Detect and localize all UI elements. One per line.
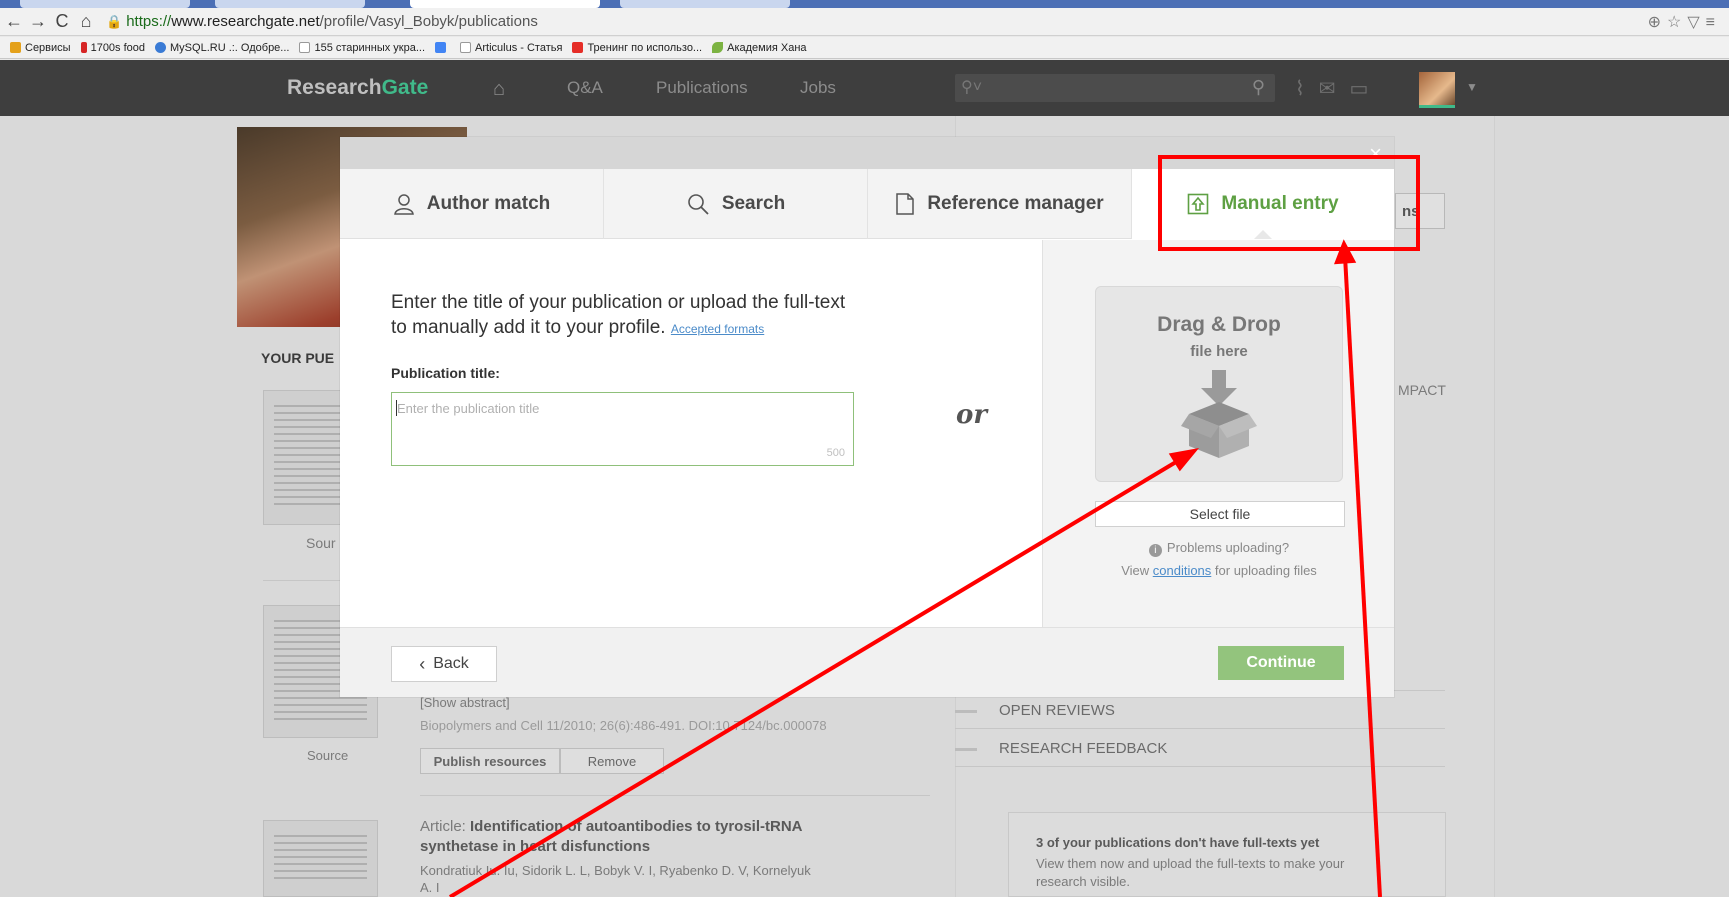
arrowhead (1334, 239, 1357, 265)
annotation-arrow-dropzone (448, 454, 1188, 897)
annotation-arrow-tab (1343, 255, 1382, 897)
arrowhead (1168, 448, 1200, 472)
annotation-arrows (448, 239, 1382, 897)
